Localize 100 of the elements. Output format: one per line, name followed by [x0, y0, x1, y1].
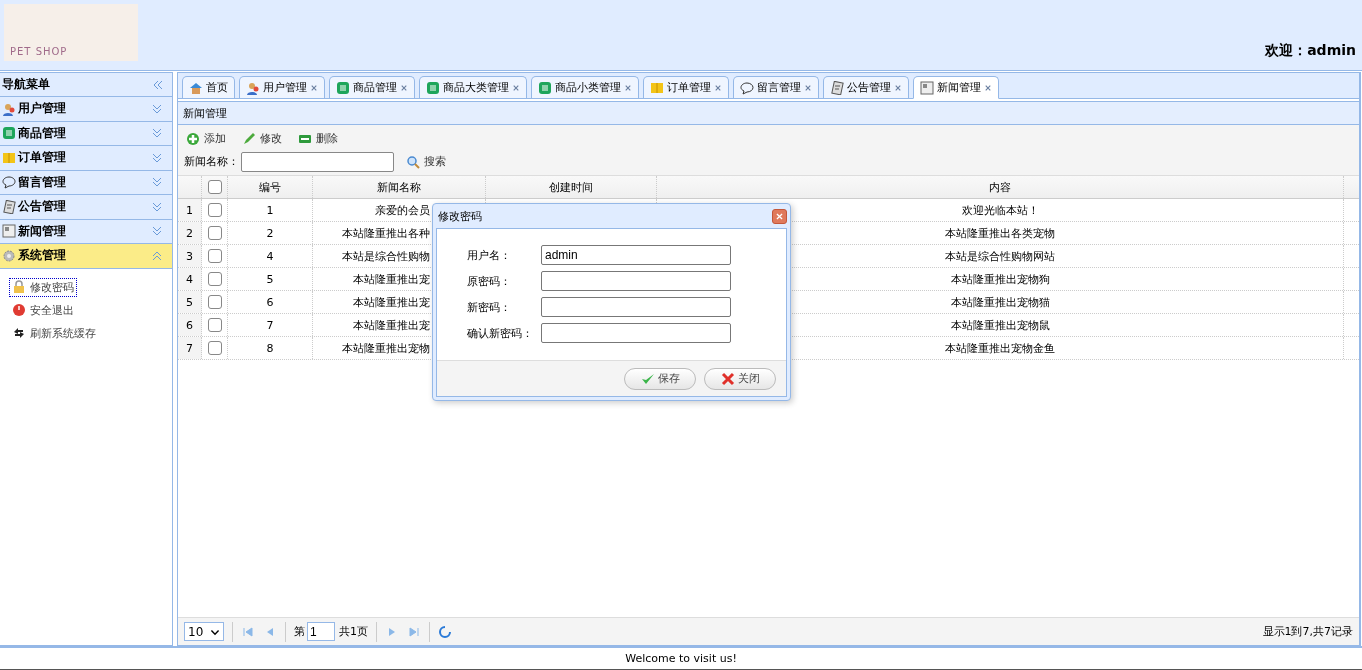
pager-label: 共1页: [339, 624, 368, 639]
table-cell: 亲爱的会员: [375, 202, 430, 218]
checkbox[interactable]: [207, 180, 222, 194]
toolbar-button[interactable]: 修改: [240, 131, 284, 146]
toolbar-button[interactable]: 删除: [296, 131, 340, 146]
users-icon: [2, 101, 16, 116]
field-label: 新密码：: [467, 299, 512, 316]
input-field[interactable]: admin: [541, 245, 731, 265]
table-cell: 本站隆重推出宠物: [342, 340, 430, 356]
input-field[interactable]: [541, 297, 731, 317]
tab[interactable]: 商品小类管理: [531, 76, 639, 98]
sidebar-title: 导航菜单: [2, 77, 50, 92]
dialog-button[interactable]: 保存: [624, 367, 696, 390]
toolbar-button[interactable]: 添加: [184, 131, 228, 146]
field-label: 原密码：: [467, 273, 512, 290]
check-icon: [640, 371, 655, 386]
table-cell: 本站隆重推出宠: [353, 317, 430, 333]
accordion-header[interactable]: 用户管理: [0, 97, 172, 122]
list-icon: [2, 126, 16, 141]
table-cell: 6: [228, 291, 313, 313]
menu-item[interactable]: 刷新系统缓存: [10, 324, 98, 342]
close-icon: [775, 211, 784, 221]
users-icon: [246, 80, 260, 95]
gear-icon: [2, 248, 16, 263]
pager-summary: 显示1到7,共7记录: [1262, 624, 1353, 639]
row-number: 5: [178, 291, 202, 313]
close-icon[interactable]: [512, 83, 520, 92]
accordion-header[interactable]: 公告管理: [0, 195, 172, 220]
tab[interactable]: 公告管理: [823, 76, 909, 98]
row-number: 2: [178, 222, 202, 244]
close-icon[interactable]: [894, 83, 902, 92]
checkbox[interactable]: [207, 295, 222, 309]
arrows-icon: [12, 326, 26, 340]
checkbox[interactable]: [207, 226, 222, 240]
input-field[interactable]: [541, 271, 731, 291]
refresh-icon[interactable]: [438, 624, 452, 639]
table-cell: 2: [228, 222, 313, 244]
accordion-header[interactable]: 留言管理: [0, 170, 172, 195]
welcome-text: 欢迎：admin: [1265, 42, 1356, 60]
footer-text: Welcome to visit us!: [0, 646, 1362, 670]
row-number: 6: [178, 314, 202, 336]
search-icon: [406, 154, 420, 169]
tab[interactable]: 留言管理: [733, 76, 819, 98]
tab[interactable]: 首页: [182, 76, 235, 98]
checkbox[interactable]: [207, 272, 222, 286]
close-icon[interactable]: [804, 83, 812, 92]
table-cell: 5: [228, 268, 313, 290]
close-button[interactable]: [772, 208, 787, 224]
newspaper-icon: [2, 224, 16, 239]
checkbox[interactable]: [207, 341, 222, 355]
tab[interactable]: 新闻管理: [913, 76, 999, 99]
speech-bubble-icon: [2, 175, 16, 190]
column-header[interactable]: 内容: [657, 176, 1344, 198]
tab[interactable]: 用户管理: [239, 76, 325, 98]
checkbox[interactable]: [207, 318, 222, 332]
pencil-icon: [242, 131, 256, 146]
close-icon[interactable]: [714, 83, 722, 92]
table-cell: 本站隆重推出宠: [353, 271, 430, 287]
row-number: 3: [178, 245, 202, 267]
power-icon: [12, 303, 26, 317]
tab[interactable]: 商品管理: [329, 76, 415, 98]
notepad-icon: [830, 80, 844, 95]
column-header[interactable]: 创建时间: [486, 176, 657, 198]
list-icon: [538, 80, 552, 95]
close-icon[interactable]: [624, 83, 632, 92]
accordion-header[interactable]: 系统管理: [0, 244, 172, 269]
menu-item[interactable]: 修改密码: [10, 278, 76, 296]
checkbox[interactable]: [207, 203, 222, 217]
table-cell: 本站隆重推出各种: [342, 225, 430, 241]
home-icon: [189, 80, 203, 95]
accordion-header[interactable]: 商品管理: [0, 121, 172, 146]
accordion-header[interactable]: 新闻管理: [0, 219, 172, 244]
list-icon: [336, 80, 350, 95]
dialog-button[interactable]: 关闭: [704, 367, 776, 390]
plus-icon: [186, 131, 200, 146]
page-number-field[interactable]: 1: [307, 622, 335, 641]
search-button[interactable]: 搜索: [404, 154, 448, 169]
last-page-icon[interactable]: [407, 624, 421, 639]
checkbox[interactable]: [207, 249, 222, 263]
search-field[interactable]: [241, 151, 394, 172]
list-icon: [426, 80, 440, 95]
row-number: 4: [178, 268, 202, 290]
input-field[interactable]: [541, 323, 731, 343]
accordion-header[interactable]: 订单管理: [0, 146, 172, 171]
column-header[interactable]: 编号: [228, 176, 313, 198]
first-page-icon[interactable]: [241, 624, 255, 639]
tab[interactable]: 订单管理: [643, 76, 729, 98]
panel-title: 新闻管理: [178, 101, 1359, 125]
column-header[interactable]: 新闻名称: [313, 176, 486, 198]
close-icon[interactable]: [400, 83, 408, 92]
close-icon[interactable]: [310, 83, 318, 92]
table-cell: 本站是综合性购物: [342, 248, 430, 264]
page-size-select[interactable]: 10: [184, 622, 224, 641]
menu-item[interactable]: 安全退出: [10, 301, 76, 319]
newspaper-icon: [920, 80, 934, 95]
table-cell: 本站隆重推出宠: [353, 294, 430, 310]
logo: PET SHOP: [4, 4, 138, 61]
pager-label: 第: [294, 624, 305, 639]
close-icon[interactable]: [984, 83, 992, 92]
tab[interactable]: 商品大类管理: [419, 76, 527, 98]
